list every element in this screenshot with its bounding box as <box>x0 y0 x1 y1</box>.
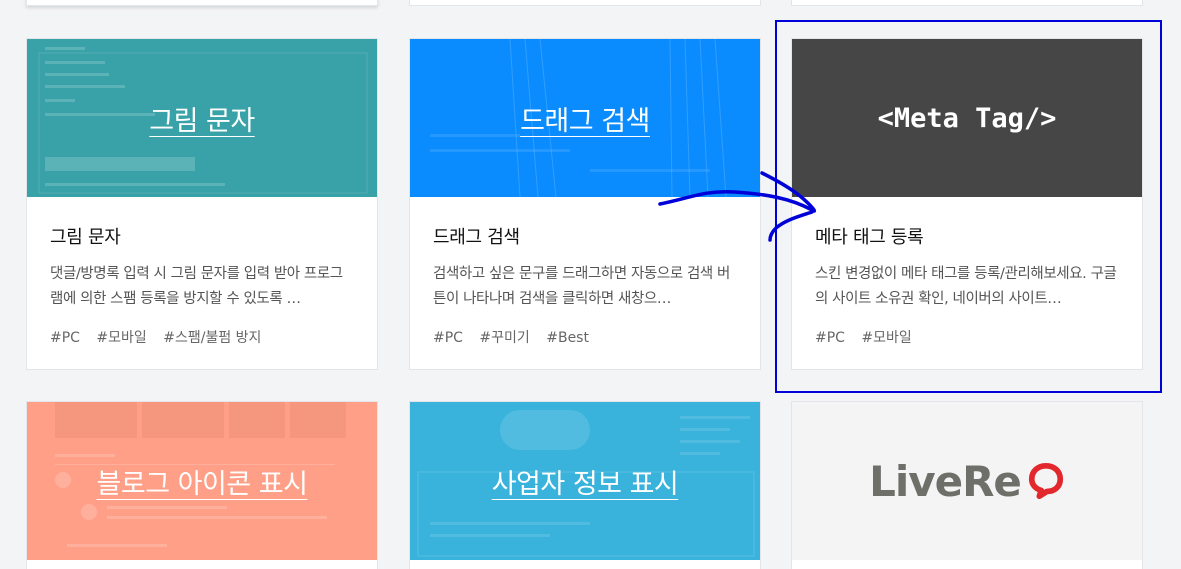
previous-card-bottom[interactable] <box>791 0 1143 6</box>
tag[interactable]: #PC <box>433 330 463 346</box>
thumbnail-title: 사업자 정보 표시 <box>491 468 679 500</box>
plugin-card-livere[interactable]: LiveRe <box>791 401 1143 569</box>
tag[interactable]: #모바일 <box>861 330 911 346</box>
tag[interactable]: #스팸/불펌 방지 <box>163 330 261 346</box>
plugin-card-business-info[interactable]: 사업자 정보 표시 <box>409 401 761 569</box>
tag-list: #PC #모바일 #스팸/불펌 방지 <box>50 327 355 347</box>
plugin-card-drag-search[interactable]: 드래그 검색 드래그 검색 검색하고 싶은 문구를 드래그하면 자동으로 검색 … <box>409 38 761 370</box>
livere-logo: LiveRe <box>869 457 1065 506</box>
plugin-thumbnail: 드래그 검색 <box>410 39 760 197</box>
plugin-thumbnail: LiveRe <box>792 402 1142 560</box>
card-description: 댓글/방명록 입력 시 그림 문자를 입력 받아 프로그램에 의한 스팸 등록을… <box>50 266 343 307</box>
tag[interactable]: #모바일 <box>96 330 146 346</box>
livere-logo-text: LiveRe <box>869 456 1022 506</box>
previous-card-bottom[interactable] <box>409 0 761 6</box>
thumbnail-title: 그림 문자 <box>149 105 255 137</box>
plugin-card-picture-text[interactable]: 그림 문자 그림 문자 댓글/방명록 입력 시 그림 문자를 입력 받아 프로그… <box>26 38 378 370</box>
tag[interactable]: #PC <box>50 330 80 346</box>
tag-list: #PC #모바일 <box>815 327 1120 347</box>
card-title: 드래그 검색 <box>433 227 520 248</box>
card-description: 스킨 변경없이 메타 태그를 등록/관리해보세요. 구글의 사이트 소유권 확인… <box>815 266 1117 307</box>
thumbnail-title: 드래그 검색 <box>520 105 650 137</box>
card-description: 검색하고 싶은 문구를 드래그하면 자동으로 검색 버튼이 나타나며 검색을 클… <box>433 266 730 307</box>
plugin-thumbnail: <Meta Tag/> <box>792 39 1142 197</box>
tag[interactable]: #PC <box>815 330 845 346</box>
plugin-list-page: 그림 문자 그림 문자 댓글/방명록 입력 시 그림 문자를 입력 받아 프로그… <box>0 0 1181 569</box>
plugin-card-meta-tag[interactable]: <Meta Tag/> 메타 태그 등록 스킨 변경없이 메타 태그를 등록/관… <box>791 38 1143 370</box>
plugin-card-blog-icon[interactable]: 블로그 아이콘 표시 <box>26 401 378 569</box>
speech-bubble-icon <box>1028 462 1064 500</box>
thumbnail-title: 블로그 아이콘 표시 <box>96 468 308 500</box>
previous-card-bottom[interactable] <box>26 0 378 6</box>
tag-list: #PC #꾸미기 #Best <box>433 327 738 347</box>
plugin-thumbnail: 사업자 정보 표시 <box>410 402 760 560</box>
card-title: 메타 태그 등록 <box>815 227 924 248</box>
tag[interactable]: #Best <box>546 330 589 346</box>
thumbnail-title: <Meta Tag/> <box>877 102 1057 134</box>
tag[interactable]: #꾸미기 <box>479 330 529 346</box>
card-title: 그림 문자 <box>50 227 121 248</box>
plugin-thumbnail: 그림 문자 <box>27 39 377 197</box>
plugin-thumbnail: 블로그 아이콘 표시 <box>27 402 377 560</box>
